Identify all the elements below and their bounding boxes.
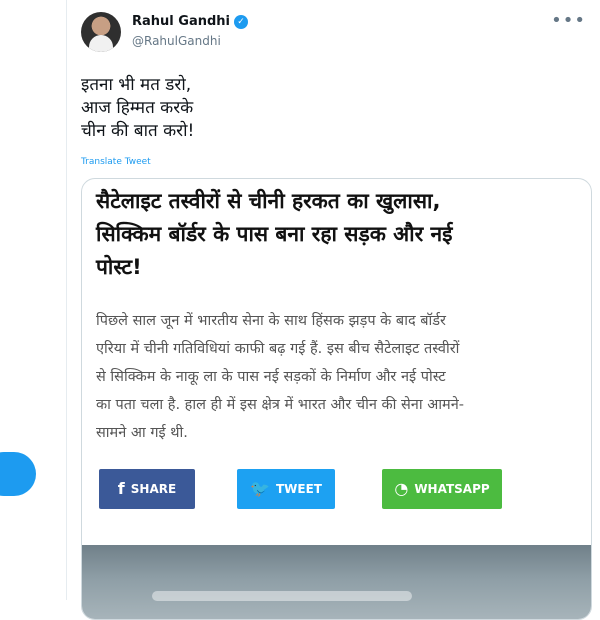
verified-icon: ✓ bbox=[234, 14, 248, 29]
whatsapp-button[interactable]: ◔ WHATSAPP bbox=[382, 469, 502, 509]
headline-line: सिक्किम बॉर्डर के पास बना रहा सड़क और नई bbox=[96, 222, 453, 246]
body-line: का पता चला है. हाल ही में इस क्षेत्र में… bbox=[96, 397, 464, 413]
facebook-icon: f bbox=[117, 479, 125, 498]
tweet-label: TWEET bbox=[275, 482, 322, 496]
author-name-row: Rahul Gandhi ✓ bbox=[132, 14, 248, 29]
share-button[interactable]: f SHARE bbox=[99, 469, 195, 509]
tweet-text-line: आज हिम्मत करके bbox=[81, 98, 194, 118]
tweet-button[interactable]: 🐦 TWEET bbox=[237, 469, 335, 509]
author-avatar[interactable] bbox=[81, 12, 121, 52]
body-line: से सिक्किम के नाकू ला के पास नई सड़कों क… bbox=[96, 369, 446, 385]
translate-tweet-link[interactable]: Translate Tweet bbox=[81, 157, 151, 167]
headline-line: पोस्ट! bbox=[96, 255, 142, 279]
card-headline: सैटेलाइट तस्वीरों से चीनी हरकत का खुलासा… bbox=[96, 185, 580, 284]
author-name[interactable]: Rahul Gandhi bbox=[132, 14, 230, 29]
card-image bbox=[82, 545, 591, 619]
author-handle[interactable]: @RahulGandhi bbox=[132, 34, 221, 48]
tweet-text-line: इतना भी मत डरो, bbox=[81, 75, 192, 95]
twitter-bird-icon: 🐦 bbox=[250, 479, 270, 498]
headline-line: सैटेलाइट तस्वीरों से चीनी हरकत का खुलासा… bbox=[96, 189, 441, 213]
body-line: सामने आ गई थी. bbox=[96, 425, 188, 441]
tweet-card: Rahul Gandhi ✓ @RahulGandhi ••• इतना भी … bbox=[67, 0, 600, 620]
share-label: SHARE bbox=[130, 482, 177, 496]
tweet-text-line: चीन की बात करो! bbox=[81, 121, 195, 141]
tweet-text: इतना भी मत डरो, आज हिम्मत करके चीन की बा… bbox=[81, 74, 541, 143]
embedded-news-card[interactable]: सैटेलाइट तस्वीरों से चीनी हरकत का खुलासा… bbox=[81, 178, 592, 620]
whatsapp-icon: ◔ bbox=[394, 479, 409, 498]
body-line: एरिया में चीनी गतिविधियां काफी बढ़ गई है… bbox=[96, 341, 460, 357]
card-body-text: पिछले साल जून में भारतीय सेना के साथ हिं… bbox=[96, 307, 581, 447]
more-options-icon[interactable]: ••• bbox=[551, 10, 586, 31]
whatsapp-label: WHATSAPP bbox=[414, 482, 490, 496]
left-gutter bbox=[0, 0, 67, 600]
body-line: पिछले साल जून में भारतीय सेना के साथ हिं… bbox=[96, 313, 446, 329]
